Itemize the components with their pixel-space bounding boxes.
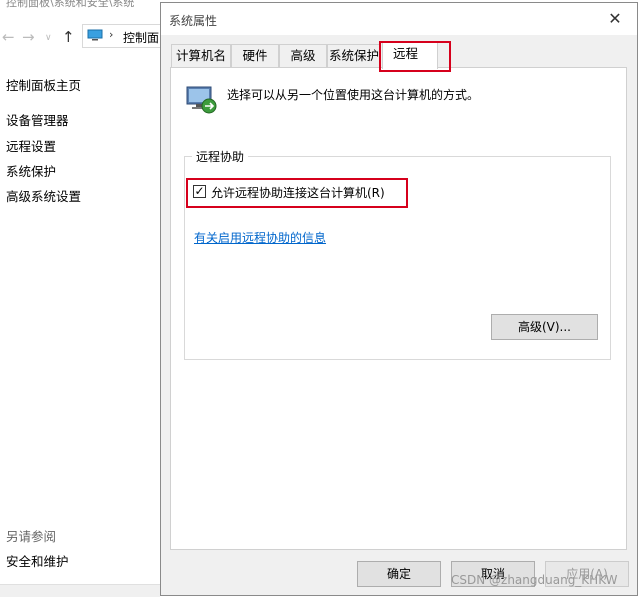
address-bar[interactable]: › 控制面 xyxy=(82,24,172,48)
remote-assistance-info-link[interactable]: 有关启用远程协助的信息 xyxy=(194,229,326,246)
checkbox-highlight-box xyxy=(186,178,408,208)
sidebar-home-link[interactable]: 控制面板主页 xyxy=(6,75,81,94)
control-panel-window: 控制面板\系统和安全\系统 ← → ∨ ↑ › 控制面 控制面板主页 设备管理器… xyxy=(0,0,172,597)
tab-advanced[interactable]: 高级 xyxy=(279,44,327,67)
close-icon[interactable]: ✕ xyxy=(593,3,637,35)
dialog-titlebar[interactable]: 系统属性 ✕ xyxy=(161,3,637,35)
tab-system-protection[interactable]: 系统保护 xyxy=(327,44,381,67)
remote-tab-highlight-box xyxy=(379,41,451,72)
ok-button[interactable]: 确定 xyxy=(357,561,441,587)
tab-computer-name[interactable]: 计算机名 xyxy=(171,44,231,67)
remote-assistance-title: 远程协助 xyxy=(192,148,249,165)
remote-desktop-icon xyxy=(186,86,217,114)
system-properties-dialog: 系统属性 ✕ 计算机名 硬件 高级 系统保护 远程 选择可以从另一个位置使用这台… xyxy=(160,2,638,596)
sidebar-item-advanced-settings[interactable]: 高级系统设置 xyxy=(6,186,81,205)
dialog-title: 系统属性 xyxy=(169,14,218,28)
up-arrow-icon[interactable]: ↑ xyxy=(62,28,75,46)
sidebar-item-security-maintenance[interactable]: 安全和维护 xyxy=(6,551,69,570)
advanced-button[interactable]: 高级(V)... xyxy=(491,314,598,340)
address-chevron-icon: › xyxy=(109,28,114,41)
recent-chevron-icon[interactable]: ∨ xyxy=(45,33,52,43)
remote-description: 选择可以从另一个位置使用这台计算机的方式。 xyxy=(227,88,480,102)
sidebar-item-system-protection[interactable]: 系统保护 xyxy=(6,161,56,180)
see-also-heading: 另请参阅 xyxy=(6,529,57,544)
back-arrow-icon[interactable]: ← xyxy=(2,28,15,46)
address-text: 控制面 xyxy=(123,31,160,45)
horizontal-scrollbar[interactable] xyxy=(0,584,160,597)
forward-arrow-icon[interactable]: → xyxy=(22,28,35,46)
tab-hardware[interactable]: 硬件 xyxy=(231,44,279,67)
sidebar-item-remote-settings[interactable]: 远程设置 xyxy=(6,136,56,155)
watermark-text: CSDN @zhangduang_KHKW xyxy=(451,573,618,587)
window-path: 控制面板\系统和安全\系统 xyxy=(6,0,135,9)
computer-icon xyxy=(87,29,103,41)
sidebar-item-device-manager[interactable]: 设备管理器 xyxy=(6,110,69,129)
remote-tab-panel: 选择可以从另一个位置使用这台计算机的方式。 远程协助 ✓ 允许远程协助连接这台计… xyxy=(170,67,627,550)
